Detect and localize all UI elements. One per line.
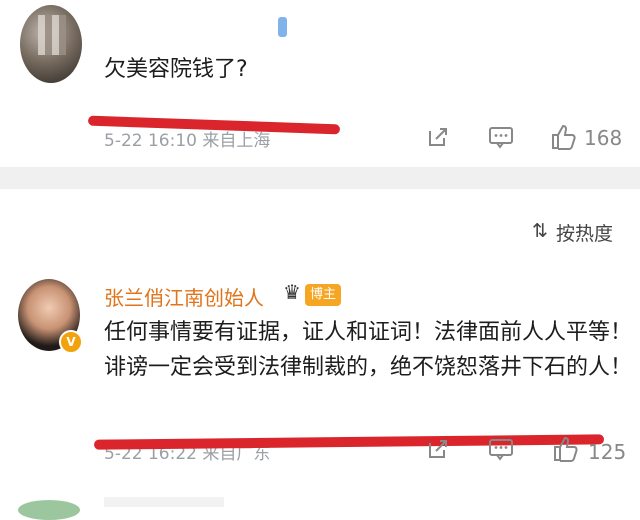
username[interactable]: 张兰俏江南创始人	[104, 282, 264, 311]
sort-button[interactable]: 按热度	[556, 219, 613, 246]
red-annotation-line	[93, 434, 605, 450]
avatar[interactable]	[18, 500, 80, 520]
crown-icon: ♛	[283, 280, 301, 304]
share-icon[interactable]	[426, 437, 450, 468]
comment-icon[interactable]	[488, 125, 514, 156]
comment-text: 欠美容院钱了?	[104, 57, 248, 82]
like-icon[interactable]	[552, 435, 578, 470]
like-count: 168	[584, 126, 623, 150]
like-count: 125	[588, 440, 627, 464]
comment-text: 任何事情要有证据，证人和证词！法律面前人人平等！诽谤一定会受到法律制裁的，绝不饶…	[104, 320, 633, 380]
member-badge	[278, 17, 287, 37]
avatar[interactable]	[20, 5, 82, 83]
sort-icon[interactable]: ⇅	[532, 220, 548, 242]
verified-badge: V	[59, 330, 83, 354]
next-comment-placeholder	[104, 497, 224, 507]
avatar-blur	[38, 15, 66, 55]
comment-icon[interactable]	[488, 437, 514, 468]
section-divider	[0, 167, 640, 189]
author-badge: 博主	[305, 284, 342, 306]
share-icon[interactable]	[426, 125, 450, 156]
like-icon[interactable]	[550, 123, 576, 158]
